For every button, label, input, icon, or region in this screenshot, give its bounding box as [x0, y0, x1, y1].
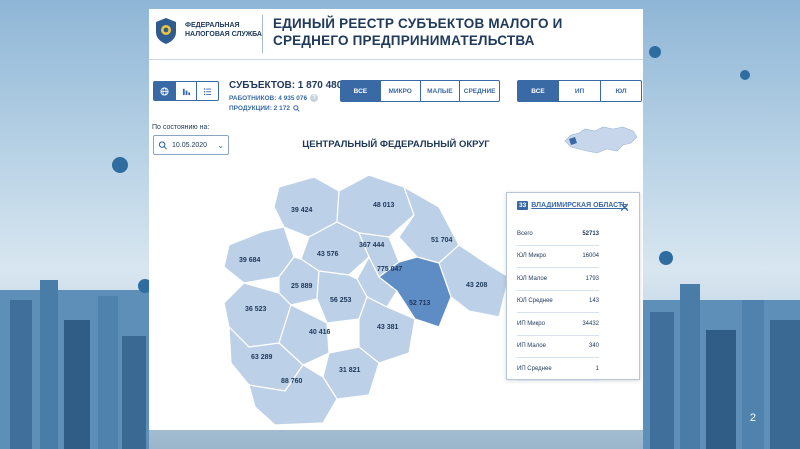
fns-emblem-icon — [156, 18, 176, 44]
stat-value: 16004 — [582, 253, 599, 260]
region-name-link[interactable]: ВЛАДИМИРСКАЯ ОБЛАСТЬ — [531, 202, 627, 209]
map-label-bryansk: 36 523 — [245, 306, 267, 313]
org-name: ФЕДЕРАЛЬНАЯ НАЛОГОВАЯ СЛУЖБА — [185, 21, 262, 39]
stat-label: ИП Малое — [517, 343, 546, 350]
stat-label: ИП Среднее — [517, 365, 552, 372]
org-line-2: НАЛОГОВАЯ СЛУЖБА — [185, 31, 262, 38]
list-icon — [204, 87, 212, 95]
stat-row: ИП Среднее 1 — [517, 358, 599, 381]
chart-view-button[interactable] — [176, 82, 198, 100]
header-divider — [262, 15, 263, 53]
bar-chart-icon — [182, 88, 190, 95]
view-switcher — [153, 81, 219, 101]
stat-label: ЮЛ Малое — [517, 275, 548, 282]
region-popup: 33 ВЛАДИМИРСКАЯ ОБЛАСТЬ ✕ Всего 52713 ЮЛ … — [506, 192, 640, 381]
stat-value: 143 — [588, 298, 599, 305]
size-filter: ВСЕ МИКРО МАЛЫЕ СРЕДНИЕ — [340, 80, 500, 102]
map-label-voronezh: 88 760 — [281, 378, 303, 385]
stat-row: ИП Малое 340 — [517, 336, 599, 358]
stat-label: ЮЛ Микро — [517, 253, 547, 260]
map-label-vladimir: 52 713 — [409, 300, 431, 307]
stat-row: Всего 52713 — [517, 223, 599, 246]
popup-stats: Всего 52713 ЮЛ Микро 16004 ЮЛ Малое 1793 ЮЛ… — [517, 223, 599, 381]
map-label-moscow: 775 047 — [377, 266, 402, 273]
size-filter-medium[interactable]: СРЕДНИЕ — [460, 81, 499, 101]
map-label-lipetsk: 31 821 — [339, 367, 361, 374]
globe-icon — [160, 86, 169, 96]
list-view-button[interactable] — [197, 82, 218, 100]
stat-value: 1 — [595, 365, 599, 372]
map-label-smolensk: 39 684 — [239, 257, 261, 264]
stat-row: ЮЛ Микро 16004 — [517, 246, 599, 268]
stat-row: ИП Микро 34432 — [517, 313, 599, 336]
map-label-nizhny: 43 208 — [466, 282, 488, 289]
stat-label: ЮЛ Среднее — [517, 298, 553, 305]
products-count: ПРОДУКЦИИ: 2 172 — [229, 105, 290, 112]
registry-panel: ФЕДЕРАЛЬНАЯ НАЛОГОВАЯ СЛУЖБА ЕДИНЫЙ РЕЕС… — [149, 9, 643, 430]
page-title: ЕДИНЫЙ РЕЕСТР СУБЪЕКТОВ МАЛОГО И СРЕДНЕГ… — [273, 16, 563, 48]
products-row: ПРОДУКЦИИ: 2 172 — [229, 105, 342, 112]
type-filter-all[interactable]: ВСЕ — [518, 81, 559, 101]
stat-label: ИП Микро — [517, 320, 545, 327]
map-label-tver: 39 424 — [291, 207, 313, 214]
stat-value: 52713 — [582, 230, 599, 237]
size-filter-small[interactable]: МАЛЫЕ — [421, 81, 461, 101]
map-label-kaluga: 25 889 — [291, 283, 313, 290]
summary-stats: СУБЪЕКТОВ: 1 870 480 РАБОТНИКОВ: 4 935 0… — [229, 80, 342, 112]
org-line-1: ФЕДЕРАЛЬНАЯ — [185, 22, 240, 29]
map-label-moscow-oblast: 43 576 — [317, 251, 339, 258]
type-filter-ip[interactable]: ИП — [559, 81, 601, 101]
map-label-ryazan: 43 381 — [377, 324, 399, 331]
type-filter-ul[interactable]: ЮЛ — [601, 81, 641, 101]
stat-value: 34432 — [582, 320, 599, 327]
slide-number: 2 — [749, 412, 756, 424]
popup-header: 33 ВЛАДИМИРСКАЯ ОБЛАСТЬ — [517, 201, 627, 210]
header: ФЕДЕРАЛЬНАЯ НАЛОГОВАЯ СЛУЖБА ЕДИНЫЙ РЕЕС… — [149, 9, 643, 60]
close-icon[interactable]: ✕ — [619, 201, 630, 214]
map-label-ivanovo: 367 444 — [359, 242, 384, 249]
workers-row: РАБОТНИКОВ: 4 935 076 ? — [229, 94, 342, 102]
map-label-tula: 56 253 — [330, 297, 352, 304]
stat-value: 1793 — [585, 275, 599, 282]
map-label-yaroslavl: 48 013 — [373, 202, 395, 209]
region-kostroma[interactable] — [398, 185, 460, 264]
size-filter-all[interactable]: ВСЕ — [341, 81, 381, 101]
map-label-oryol: 40 416 — [309, 329, 331, 336]
map-label-kostroma: 51 704 — [431, 237, 453, 244]
stat-row: ЮЛ Среднее 143 — [517, 291, 599, 313]
russia-minimap[interactable] — [561, 119, 641, 159]
search-icon[interactable] — [293, 105, 300, 112]
map-label-kursk: 63 289 — [251, 354, 273, 361]
as-of-label: По состоянию на: — [152, 124, 210, 131]
map-view-button[interactable] — [154, 82, 176, 100]
type-filter: ВСЕ ИП ЮЛ — [517, 80, 642, 102]
region-code-badge: 33 — [517, 201, 529, 210]
region-nizhny[interactable] — [438, 244, 510, 318]
workers-count: РАБОТНИКОВ: 4 935 076 — [229, 94, 308, 102]
size-filter-micro[interactable]: МИКРО — [381, 81, 421, 101]
stat-label: Всего — [517, 230, 533, 237]
stat-value: 340 — [588, 343, 599, 350]
subjects-count: СУБЪЕКТОВ: 1 870 480 — [229, 80, 343, 91]
district-map: 39 424 48 013 39 684 43 576 367 444 51 7… — [223, 174, 510, 426]
stat-row: ЮЛ Малое 1793 — [517, 268, 599, 291]
help-icon[interactable]: ? — [310, 94, 319, 102]
